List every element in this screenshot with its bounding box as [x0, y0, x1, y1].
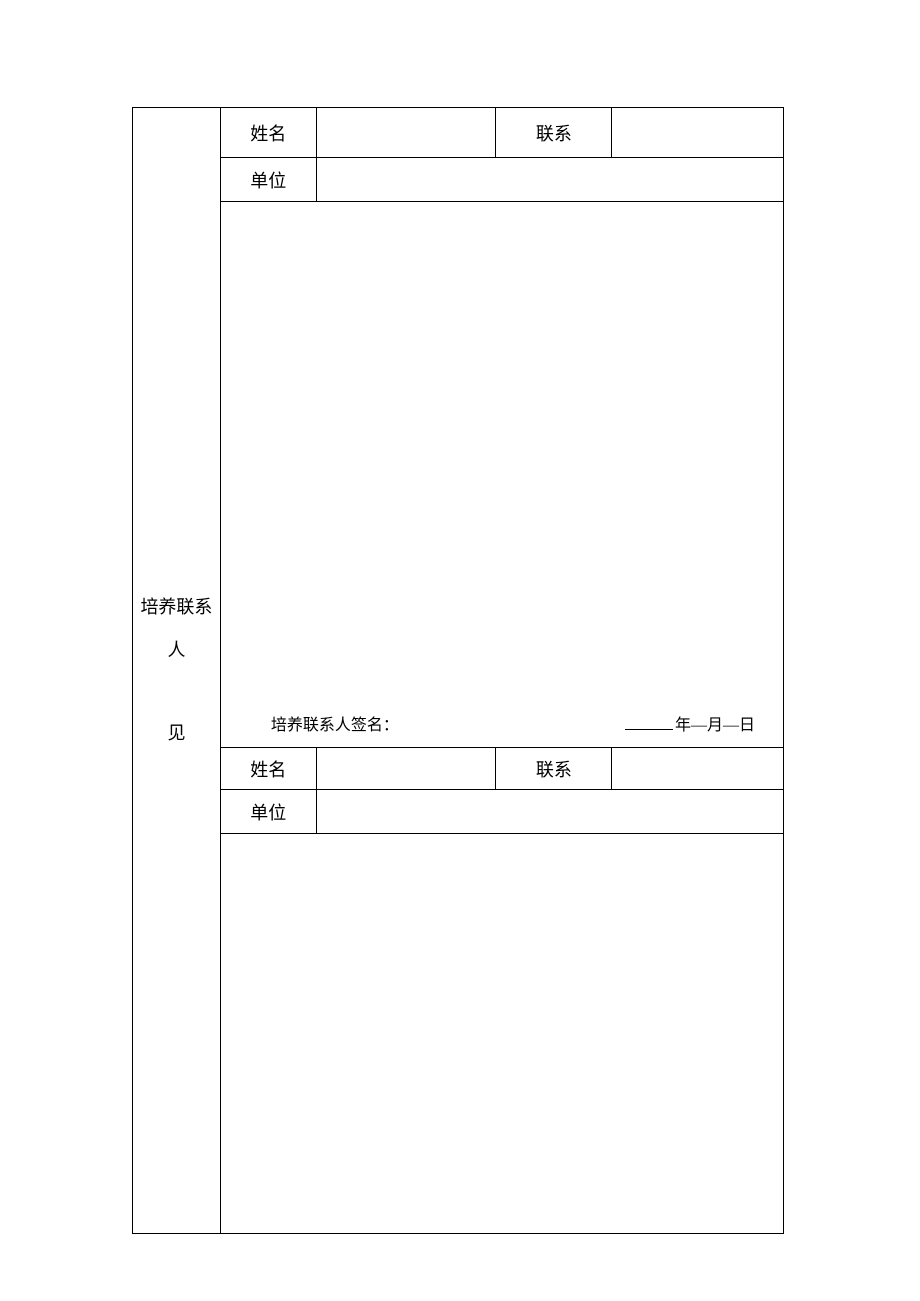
section2-textarea-row [133, 834, 784, 1234]
section1-unit-value[interactable] [316, 158, 783, 202]
left-header-line1: 培养联系 [133, 586, 220, 629]
section2-unit-value[interactable] [316, 790, 783, 834]
section1-name-row: 培养联系 人 见 姓名 联系 [133, 108, 784, 158]
training-contact-form: 培养联系 人 见 姓名 联系 单位 培养联系人签名： 年—月—日 姓名 联系 单… [132, 107, 784, 1234]
left-header-cell: 培养联系 人 见 [133, 108, 221, 1234]
section1-contact-value[interactable] [612, 108, 784, 158]
left-header-line3: 见 [133, 712, 220, 755]
section1-signature-line: 培养联系人签名： 年—月—日 [221, 711, 783, 735]
section2-name-label: 姓名 [220, 748, 316, 790]
section2-unit-label: 单位 [220, 790, 316, 834]
section1-name-label: 姓名 [220, 108, 316, 158]
left-header-spacer [133, 672, 220, 712]
section1-contact-label: 联系 [496, 108, 612, 158]
section1-signature-label: 培养联系人签名： [271, 711, 399, 735]
section2-name-row: 姓名 联系 [133, 748, 784, 790]
section2-contact-value[interactable] [612, 748, 784, 790]
section2-name-value[interactable] [316, 748, 496, 790]
section2-unit-row: 单位 [133, 790, 784, 834]
day-char: 日 [739, 717, 755, 734]
section1-unit-row: 单位 [133, 158, 784, 202]
section1-name-value[interactable] [316, 108, 496, 158]
section2-opinion-area[interactable] [220, 834, 783, 1234]
year-blank[interactable] [625, 714, 673, 730]
section1-date: 年—月—日 [625, 711, 755, 735]
year-char: 年 [675, 717, 691, 734]
month-char: 月 [707, 717, 723, 734]
month-sep: — [691, 717, 707, 734]
section1-opinion-area[interactable]: 培养联系人签名： 年—月—日 [220, 202, 783, 748]
section2-contact-label: 联系 [496, 748, 612, 790]
day-sep: — [723, 717, 739, 734]
section1-unit-label: 单位 [220, 158, 316, 202]
left-header-line2: 人 [133, 629, 220, 672]
section1-textarea-row: 培养联系人签名： 年—月—日 [133, 202, 784, 748]
